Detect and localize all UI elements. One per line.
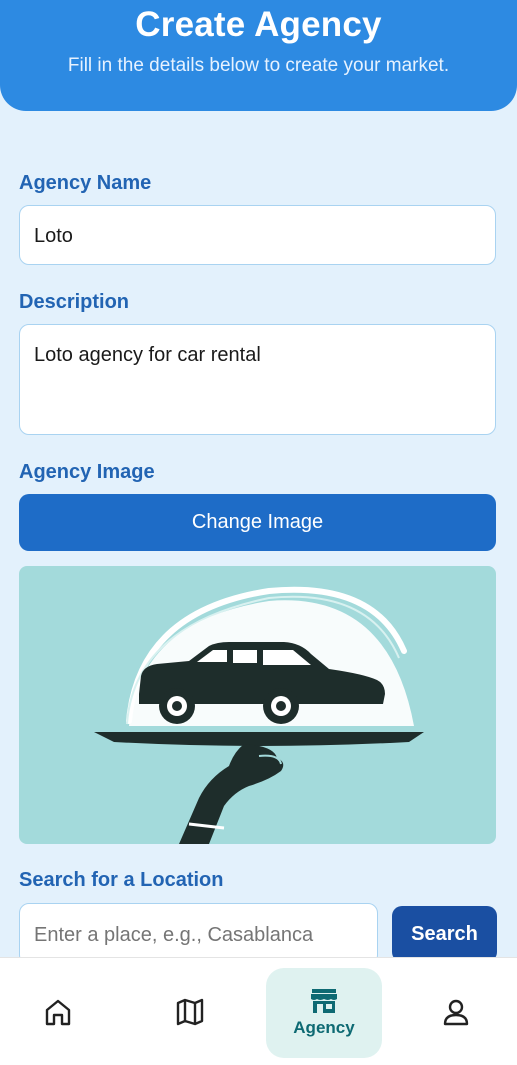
- change-image-button[interactable]: Change Image: [19, 494, 496, 551]
- bottom-nav: Agency: [0, 957, 517, 1065]
- page-title: Create Agency: [135, 5, 382, 44]
- profile-icon: [443, 999, 469, 1026]
- create-agency-screen: Create Agency Fill in the details below …: [0, 0, 517, 1065]
- agency-name-input[interactable]: Loto: [19, 205, 496, 265]
- agency-image-label: Agency Image: [19, 461, 155, 483]
- store-icon: [311, 989, 337, 1013]
- nav-map[interactable]: [160, 958, 220, 1065]
- agency-image: [19, 566, 496, 844]
- description-textarea[interactable]: Loto agency for car rental: [19, 324, 496, 435]
- home-icon: [45, 999, 71, 1026]
- location-label: Search for a Location: [19, 869, 224, 891]
- description-label: Description: [19, 291, 130, 313]
- search-button[interactable]: Search: [392, 906, 497, 962]
- nav-agency-content[interactable]: Agency: [266, 958, 382, 1065]
- nav-home[interactable]: [28, 958, 88, 1065]
- header: Create Agency Fill in the details below …: [0, 0, 517, 111]
- nav-agency-label: Agency: [293, 1018, 355, 1037]
- page-subtitle: Fill in the details below to create your…: [67, 55, 450, 76]
- agency-name-label: Agency Name: [19, 172, 152, 194]
- nav-profile[interactable]: [426, 958, 486, 1065]
- map-icon: [176, 998, 204, 1026]
- location-search-input[interactable]: Enter a place, e.g., Casablanca: [19, 903, 378, 965]
